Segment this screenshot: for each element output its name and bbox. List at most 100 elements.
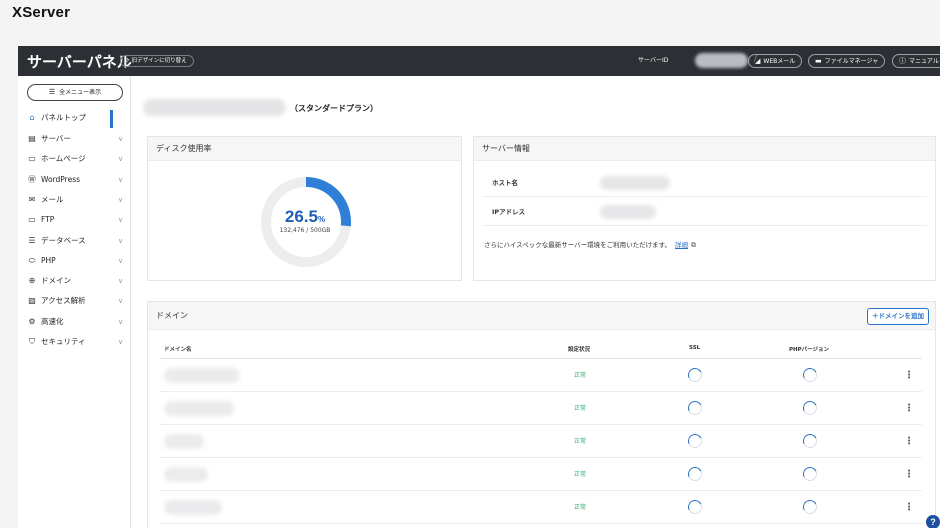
column-ssl: SSL [689,345,701,351]
domain-title: ドメイン [148,302,935,330]
sidebar: ☰ 全メニュー表示 ⌂ パネルトップ ▤ サーバー ∨ ▭ ホームページ ∨ Ⓦ … [18,76,131,528]
sidebar-item-ftp[interactable]: ▭ FTP ∨ [18,212,131,228]
ssl-loading-icon [686,498,704,516]
sidebar-active-indicator [110,110,113,128]
php-loading-icon [801,465,819,483]
php-loading-icon [801,366,819,384]
chevron-down-icon: ∨ [118,237,124,245]
chevron-down-icon: ∨ [118,155,124,163]
php-loading-icon [801,432,819,450]
mail-icon: ✉ [28,195,36,204]
domain-name-value [164,467,208,482]
chevron-down-icon: ∨ [118,216,124,224]
ip-value [600,205,656,219]
ssl-loading-icon [686,366,704,384]
home-icon: ⌂ [29,113,35,122]
panel-header: サーバーパネル ⟳ 旧デザインに切り替え サーバーID / ◢ WEBメール ▬ ファ… [18,46,940,76]
manual-button[interactable]: ⓘ マニュアル [892,54,940,68]
status-badge: 正常 [574,405,587,412]
sidebar-item-speedup[interactable]: ⚙ 高速化 ∨ [18,314,131,330]
disk-usage-title: ディスク使用率 [148,137,461,161]
table-row[interactable]: 正常 ⋮ [160,359,922,392]
file-manager-button[interactable]: ▬ ファイルマネージャ [808,54,886,68]
server-info-row-ip: IPアドレス [482,198,927,226]
server-info-card: サーバー情報 ホスト名 IPアドレス さらにハイスペックな最新サーバー環境をご利… [473,136,936,281]
hamburger-icon: ☰ [48,88,56,96]
domain-name-value [164,401,234,416]
sidebar-item-php[interactable]: ⬭ PHP ∨ [18,253,131,269]
xserver-logo[interactable]: XServer [12,4,70,21]
server-icon: ▤ [28,134,36,143]
refresh-icon: ⟳ [125,58,130,64]
row-menu-icon[interactable]: ⋮ [904,425,914,458]
domain-name-value [164,434,204,449]
old-design-button[interactable]: ⟳ 旧デザインに切り替え [120,55,194,67]
show-all-menu-button[interactable]: ☰ 全メニュー表示 [27,84,123,101]
status-badge: 正常 [574,372,587,379]
chevron-down-icon: ∨ [118,338,124,346]
server-info-row-hostname: ホスト名 [482,169,927,197]
chevron-down-icon: ∨ [118,135,124,143]
status-badge: 正常 [574,438,587,445]
sidebar-item-panel-top[interactable]: ⌂ パネルトップ [18,110,131,126]
chevron-down-icon: ∨ [118,196,124,204]
domain-name-value [164,368,240,383]
shield-icon: ⛉ [29,337,35,346]
top-bar: XServer [0,0,940,28]
php-loading-icon [801,498,819,516]
ssl-loading-icon [686,465,704,483]
help-circle-icon: ⓘ [899,57,906,65]
page-title: サーバーパネル [27,53,132,71]
sidebar-item-database[interactable]: ☰ データベース ∨ [18,233,131,249]
sidebar-item-access-analysis[interactable]: ▨ アクセス解析 ∨ [18,293,131,309]
chevron-down-icon: ∨ [118,257,124,265]
chevron-down-icon: ∨ [118,318,124,326]
php-loading-icon [801,399,819,417]
detail-link[interactable]: 詳細 [675,241,688,249]
table-row[interactable]: 正常 ⋮ [160,491,922,524]
sidebar-item-security[interactable]: ⛉ セキュリティ ∨ [18,334,131,350]
sidebar-item-domain[interactable]: ⊕ ドメイン ∨ [18,273,131,289]
sidebar-item-server[interactable]: ▤ サーバー ∨ [18,131,131,147]
domain-name-value [164,500,222,515]
table-row[interactable]: 正常 ⋮ [160,458,922,491]
monitor-icon: ▭ [28,215,36,224]
hostname-value [600,176,670,190]
sidebar-item-wordpress[interactable]: Ⓦ WordPress ∨ [18,172,131,188]
folder-icon: ▬ [815,57,822,65]
table-row[interactable]: 正常 ⋮ [160,392,922,425]
column-domain-name: ドメイン名 [164,347,192,353]
add-domain-button[interactable]: ＋ドメインを追加 [867,308,929,325]
external-link-icon: ⧉ [691,241,697,249]
column-php-version: PHPバージョン [789,347,830,353]
chevron-down-icon: ∨ [118,176,124,184]
upgrade-notice: さらにハイスペックな最新サーバー環境をご利用いただけます。 詳細 ⧉ [484,241,697,249]
row-menu-icon[interactable]: ⋮ [904,491,914,524]
php-icon: ⬭ [28,256,36,265]
wordpress-icon: Ⓦ [28,175,36,184]
server-id-label: サーバーID [638,57,669,64]
database-icon: ☰ [28,236,36,245]
disk-usage-percent: 26.5% [284,207,326,226]
ssl-loading-icon [686,432,704,450]
row-menu-icon[interactable]: ⋮ [904,458,914,491]
chart-icon: ▨ [28,296,36,305]
paper-plane-icon: ◢ [755,57,761,65]
status-badge: 正常 [574,504,587,511]
help-button[interactable]: ? [926,515,940,528]
window-icon: ▭ [28,154,36,163]
domain-card: ドメイン ＋ドメインを追加 ドメイン名 設定状況 SSL PHPバージョン 正常… [147,301,936,528]
table-row[interactable]: 正常 ⋮ [160,425,922,458]
disk-usage-card: ディスク使用率 26.5% 132,476 / 500GB [147,136,462,281]
sidebar-item-homepage[interactable]: ▭ ホームページ ∨ [18,151,131,167]
server-info-title: サーバー情報 [474,137,935,161]
row-menu-icon[interactable]: ⋮ [904,359,914,392]
row-menu-icon[interactable]: ⋮ [904,392,914,425]
sidebar-item-mail[interactable]: ✉ メール ∨ [18,192,131,208]
plan-label: （スタンダードプラン） [290,104,378,113]
server-id-value [695,53,748,68]
account-name [143,99,286,116]
chevron-down-icon: ∨ [118,297,124,305]
webmail-button[interactable]: ◢ WEBメール [748,54,803,68]
column-status: 設定状況 [568,347,591,353]
